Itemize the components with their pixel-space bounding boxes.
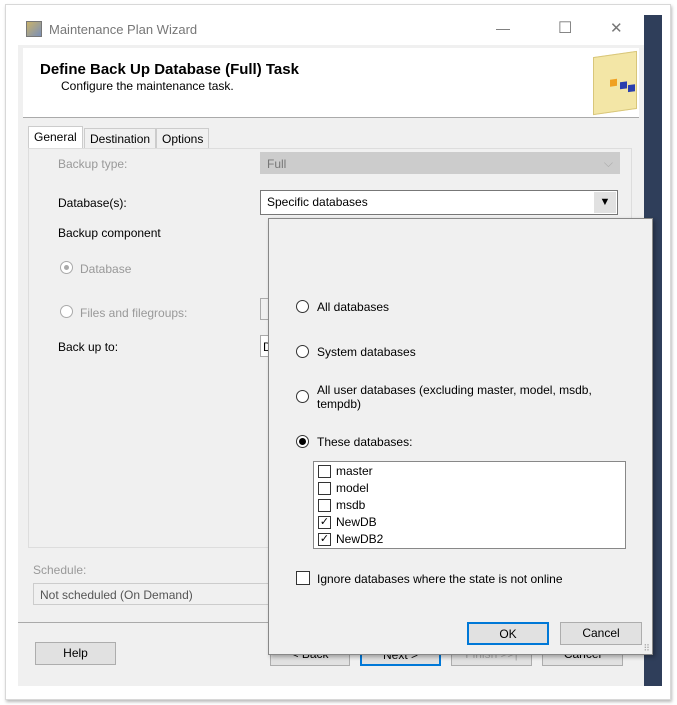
databases-label: Database(s): — [58, 196, 127, 210]
help-button[interactable]: Help — [35, 642, 116, 665]
chevron-down-icon: ⌵ — [603, 156, 613, 170]
database-selection-popup: All databases System databases All user … — [268, 218, 653, 655]
wizard-graphic-icon — [593, 50, 637, 116]
backup-type-label: Backup type: — [58, 157, 128, 171]
databases-value: Specific databases — [267, 195, 368, 209]
page-title: Define Back Up Database (Full) Task — [40, 61, 299, 78]
popup-cancel-button[interactable]: Cancel — [560, 622, 642, 645]
window-title: Maintenance Plan Wizard — [49, 22, 198, 37]
back-up-to-label: Back up to: — [58, 340, 119, 354]
user-databases-radio[interactable] — [296, 390, 309, 403]
tab-destination[interactable]: Destination — [84, 128, 157, 148]
page-subtitle: Configure the maintenance task. — [61, 79, 234, 93]
maximize-button[interactable]: ☐ — [558, 18, 572, 38]
check-icon: ✓ — [319, 516, 330, 528]
database-name: NewDB2 — [336, 532, 384, 546]
ignore-offline-checkbox[interactable] — [296, 571, 310, 585]
database-checklist[interactable]: master model msdb ✓ NewDB ✓ NewDB2 — [313, 461, 626, 549]
backup-type-select: Full ⌵ — [260, 152, 620, 174]
msdb-checkbox[interactable] — [318, 499, 331, 512]
database-name: msdb — [336, 498, 366, 512]
user-databases-label: All user databases (excluding master, mo… — [317, 383, 592, 411]
app-icon — [26, 21, 42, 37]
component-database-label: Database — [80, 262, 132, 276]
resize-grip-icon[interactable]: ⠿ — [643, 643, 650, 654]
all-databases-label: All databases — [317, 300, 390, 314]
tab-general[interactable]: General — [28, 126, 83, 148]
schedule-label: Schedule: — [33, 563, 87, 577]
schedule-value: Not scheduled (On Demand) — [40, 588, 193, 602]
database-name: NewDB — [336, 515, 377, 529]
newdb2-checkbox[interactable]: ✓ — [318, 533, 331, 546]
component-database-radio — [60, 261, 73, 274]
model-checkbox[interactable] — [318, 482, 331, 495]
minimize-button[interactable]: — — [496, 20, 510, 36]
wizard-header: Define Back Up Database (Full) Task Conf… — [23, 48, 639, 118]
ok-button[interactable]: OK — [467, 622, 549, 645]
all-databases-radio[interactable] — [296, 300, 309, 313]
system-databases-label: System databases — [317, 345, 416, 359]
title-bar: Maintenance Plan Wizard — ☐ ✕ — [18, 15, 644, 45]
databases-select[interactable]: Specific databases ▼ — [260, 190, 618, 215]
database-name: master — [336, 464, 373, 478]
component-files-label: Files and filegroups: — [80, 306, 188, 320]
newdb-checkbox[interactable]: ✓ — [318, 516, 331, 529]
system-databases-radio[interactable] — [296, 345, 309, 358]
component-files-radio — [60, 305, 73, 318]
backup-component-label: Backup component — [58, 226, 161, 240]
these-databases-radio[interactable] — [296, 435, 309, 448]
ignore-offline-label: Ignore databases where the state is not … — [317, 572, 563, 586]
backup-type-value: Full — [267, 157, 287, 171]
schedule-field: Not scheduled (On Demand) — [33, 583, 273, 605]
check-icon: ✓ — [319, 533, 330, 545]
these-databases-label: These databases: — [317, 435, 413, 449]
tab-options[interactable]: Options — [156, 128, 210, 148]
dropdown-arrow-icon[interactable]: ▼ — [594, 192, 616, 213]
database-name: model — [336, 481, 369, 495]
close-button[interactable]: ✕ — [610, 19, 623, 37]
master-checkbox[interactable] — [318, 465, 331, 478]
